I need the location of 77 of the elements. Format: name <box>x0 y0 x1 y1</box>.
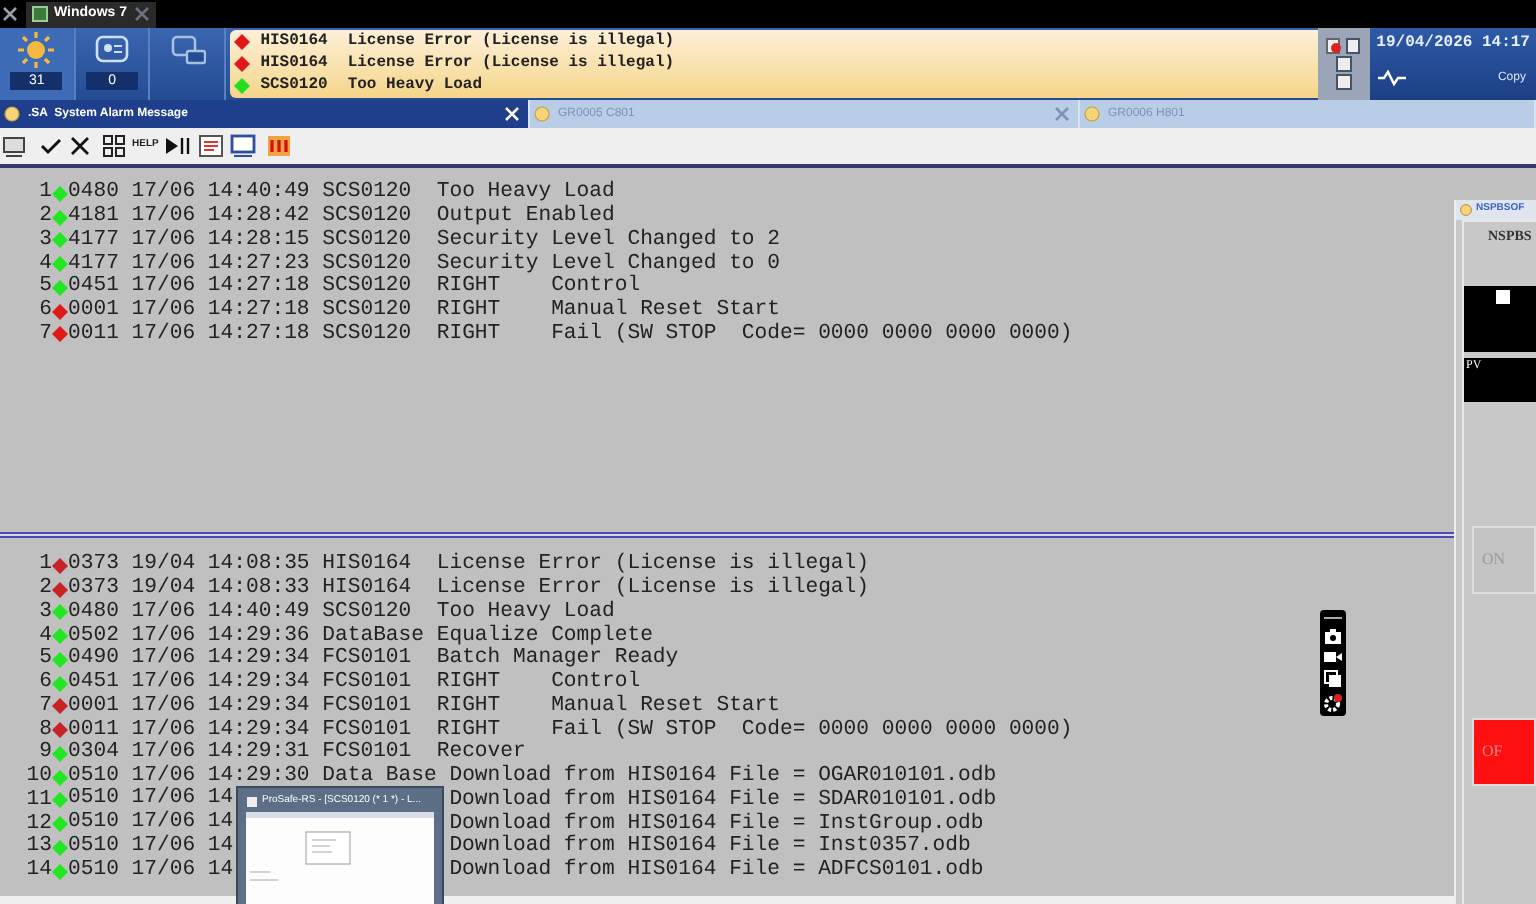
row-number: 6 <box>39 672 52 695</box>
settings-icon[interactable] <box>1324 694 1342 712</box>
row-number: 5 <box>39 648 52 671</box>
row-number: 11 <box>26 789 52 812</box>
row-number: 1 <box>39 554 52 577</box>
row-number: 3 <box>39 229 52 252</box>
row-number: 9 <box>39 742 52 765</box>
alarm-message: License Error (License is illegal) <box>347 30 675 54</box>
windows-icon[interactable] <box>1324 670 1342 688</box>
event-text: 0480 17/06 14:40:49 SCS0120 Too Heavy Load <box>68 182 615 205</box>
alarm-station: HIS0164 <box>260 30 328 54</box>
cross-icon[interactable] <box>68 134 92 158</box>
event-text: 0502 17/06 14:29:36 DataBase Equalize Complete <box>68 625 653 648</box>
event-text: 0510 17/06 14 <box>68 857 234 882</box>
event-text: Download from HIS0164 File = ADFCS0101.odb <box>449 860 984 883</box>
status-circle-icon <box>1460 204 1472 216</box>
window-icon[interactable] <box>230 134 257 158</box>
video-icon[interactable] <box>1324 650 1342 664</box>
status-circle-icon <box>1084 106 1100 122</box>
indicator-square <box>1496 289 1510 303</box>
alarm-station: SCS0120 <box>260 74 328 98</box>
row-number: 4 <box>39 253 52 276</box>
event-text: Download from HIS0164 File = Inst0357.odb <box>449 836 971 859</box>
row-number: 3 <box>39 601 52 624</box>
row-number: 8 <box>39 719 52 742</box>
event-text: 0451 17/06 14:27:18 SCS0120 RIGHT Control <box>68 276 641 299</box>
event-text: 0373 19/04 14:08:33 HIS0164 License Error (License is illegal) <box>68 578 870 601</box>
event-text: 0510 17/06 14:29:30 Data Base Download from HIS0164 File = OGAR010101.odb <box>68 766 997 789</box>
row-number: 4 <box>39 625 52 648</box>
event-text: 4177 17/06 14:28:15 SCS0120 Security Level Changed to 2 <box>68 229 781 252</box>
event-text: 0510 17/06 14 <box>68 786 234 811</box>
window-icon <box>32 6 48 22</box>
event-text: 0451 17/06 14:29:34 FCS0101 RIGHT Control <box>68 672 641 695</box>
monitor-icon[interactable] <box>169 32 206 68</box>
row-number: 1 <box>39 182 52 205</box>
alarm-message: License Error (License is illegal) <box>347 52 675 76</box>
status-circle-icon <box>4 106 20 122</box>
event-text: 0510 17/06 14 <box>68 810 234 835</box>
camera-icon[interactable] <box>1324 628 1342 644</box>
alarm-station: HIS0164 <box>260 52 328 76</box>
grip-icon[interactable] <box>1324 614 1342 622</box>
event-text: 0373 19/04 14:08:35 HIS0164 License Error (License is illegal) <box>68 554 870 577</box>
row-number: 5 <box>39 276 52 299</box>
status-circle-icon <box>534 106 550 122</box>
row-number: 2 <box>39 206 52 229</box>
event-text: Download from HIS0164 File = InstGroup.odb <box>449 813 984 836</box>
status-icon[interactable] <box>1326 38 1363 54</box>
row-number: 7 <box>39 323 52 346</box>
event-text: 0001 17/06 14:27:18 SCS0120 RIGHT Manual Reset Start <box>68 300 781 323</box>
grid-icon[interactable] <box>102 134 126 158</box>
row-number: 7 <box>39 695 52 718</box>
clock: 19/04/2026 14:17 <box>1376 32 1530 56</box>
event-text: 0011 17/06 14:27:18 SCS0120 RIGHT Fail (SW STOP Code= 0000 0000 0000 0000) <box>68 323 1073 346</box>
print-icon[interactable] <box>2 134 26 158</box>
event-text: 4177 17/06 14:27:23 SCS0120 Security Level Changed to 0 <box>68 253 781 276</box>
event-text: 0510 17/06 14 <box>68 833 234 858</box>
event-text: Download from HIS0164 File = SDAR010101.odb <box>449 789 997 812</box>
app-icon <box>246 795 258 807</box>
list-icon[interactable] <box>198 134 225 158</box>
play-pause-icon[interactable] <box>164 134 193 158</box>
row-number: 13 <box>26 836 52 859</box>
event-text: 0480 17/06 14:40:49 SCS0120 Too Heavy Load <box>68 601 615 624</box>
event-text: 0304 17/06 14:29:31 FCS0101 Recover <box>68 742 526 765</box>
message-screen-icon[interactable] <box>94 32 131 68</box>
row-number: 2 <box>39 578 52 601</box>
event-text: 0011 17/06 14:29:34 FCS0101 RIGHT Fail (SW STOP Code= 0000 0000 0000 0000) <box>68 719 1073 742</box>
row-number: 14 <box>26 860 52 883</box>
event-text: 0001 17/06 14:29:34 FCS0101 RIGHT Manual Reset Start <box>68 695 781 718</box>
row-number: 12 <box>26 813 52 836</box>
alarm-sun-icon[interactable] <box>18 32 55 68</box>
row-number: 6 <box>39 300 52 323</box>
row-number: 10 <box>26 766 52 789</box>
alarm-message: Too Heavy Load <box>347 74 483 98</box>
check-icon[interactable] <box>38 134 62 158</box>
event-text: 4181 17/06 14:28:42 SCS0120 Output Enabled <box>68 206 615 229</box>
close-icon[interactable] <box>2 6 18 22</box>
event-text: 0490 17/06 14:29:34 FCS0101 Batch Manager Ready <box>68 648 679 671</box>
